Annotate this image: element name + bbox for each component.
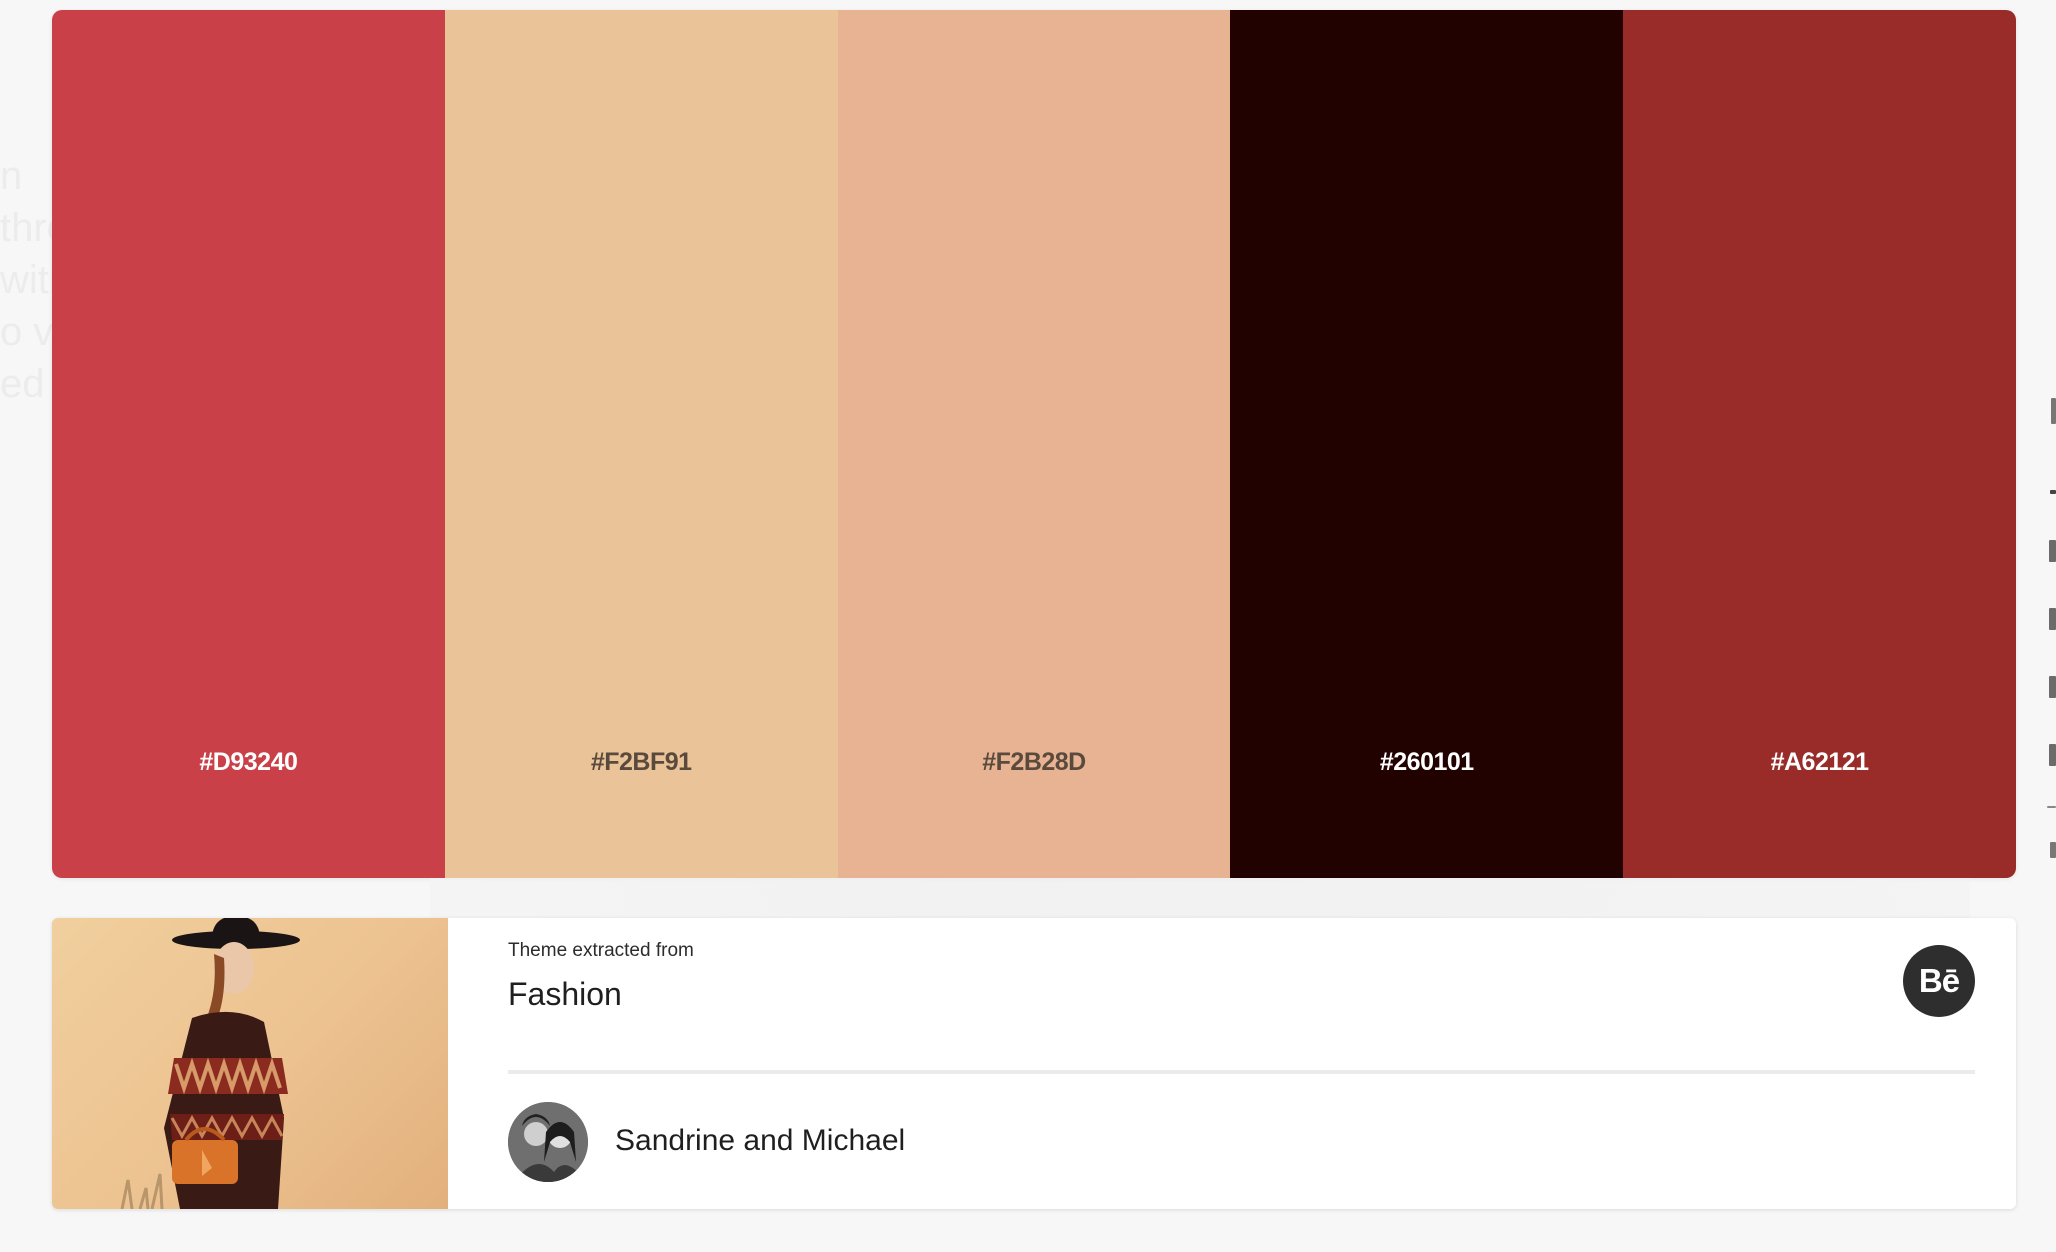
edge-marker	[2050, 490, 2056, 494]
swatch-hex-label[interactable]: #260101	[1230, 748, 1623, 777]
swatch-hex-label[interactable]: #F2B28D	[838, 748, 1231, 777]
background-image-strip	[430, 878, 1970, 918]
swatch-hex-label[interactable]: #F2BF91	[445, 748, 838, 777]
edge-marker	[2050, 842, 2056, 858]
swatch-hex-label[interactable]: #A62121	[1623, 748, 2016, 777]
source-label: Theme extracted from	[508, 940, 694, 961]
behance-logo-text: Bē	[1918, 962, 1960, 999]
source-title-link[interactable]: Fashion	[508, 976, 694, 1013]
edge-marker	[2049, 608, 2056, 630]
edge-marker	[2051, 398, 2056, 424]
avatar-photo	[508, 1102, 588, 1182]
fashion-image	[120, 918, 300, 1209]
background-right-panel	[2018, 0, 2056, 1252]
edge-marker	[2049, 744, 2056, 766]
edge-marker	[2049, 540, 2056, 562]
edge-marker	[2047, 806, 2056, 808]
color-swatch-4[interactable]: #260101	[1230, 10, 1624, 878]
color-swatch-5[interactable]: #A62121	[1623, 10, 2016, 878]
color-swatch-2[interactable]: #F2BF91	[444, 10, 838, 878]
author-name-link[interactable]: Sandrine and Michael	[615, 1124, 905, 1158]
color-swatch-1[interactable]: #D93240	[52, 10, 445, 878]
author-avatar[interactable]	[508, 1102, 588, 1182]
background-page-fragments: n thro with o vi ed fr	[0, 154, 60, 406]
theme-source-card: Theme extracted from Fashion Bē Sandrine…	[52, 918, 2016, 1209]
color-palette: #D93240 #F2BF91 #F2B28D #260101 #A62121	[52, 10, 2016, 878]
source-thumbnail[interactable]	[52, 918, 448, 1209]
card-divider	[508, 1070, 1975, 1074]
color-swatch-3[interactable]: #F2B28D	[837, 10, 1231, 878]
behance-icon[interactable]: Bē	[1903, 945, 1975, 1017]
source-meta: Theme extracted from Fashion	[508, 940, 694, 1013]
edge-marker	[2049, 676, 2056, 698]
swatch-hex-label[interactable]: #D93240	[52, 748, 445, 777]
